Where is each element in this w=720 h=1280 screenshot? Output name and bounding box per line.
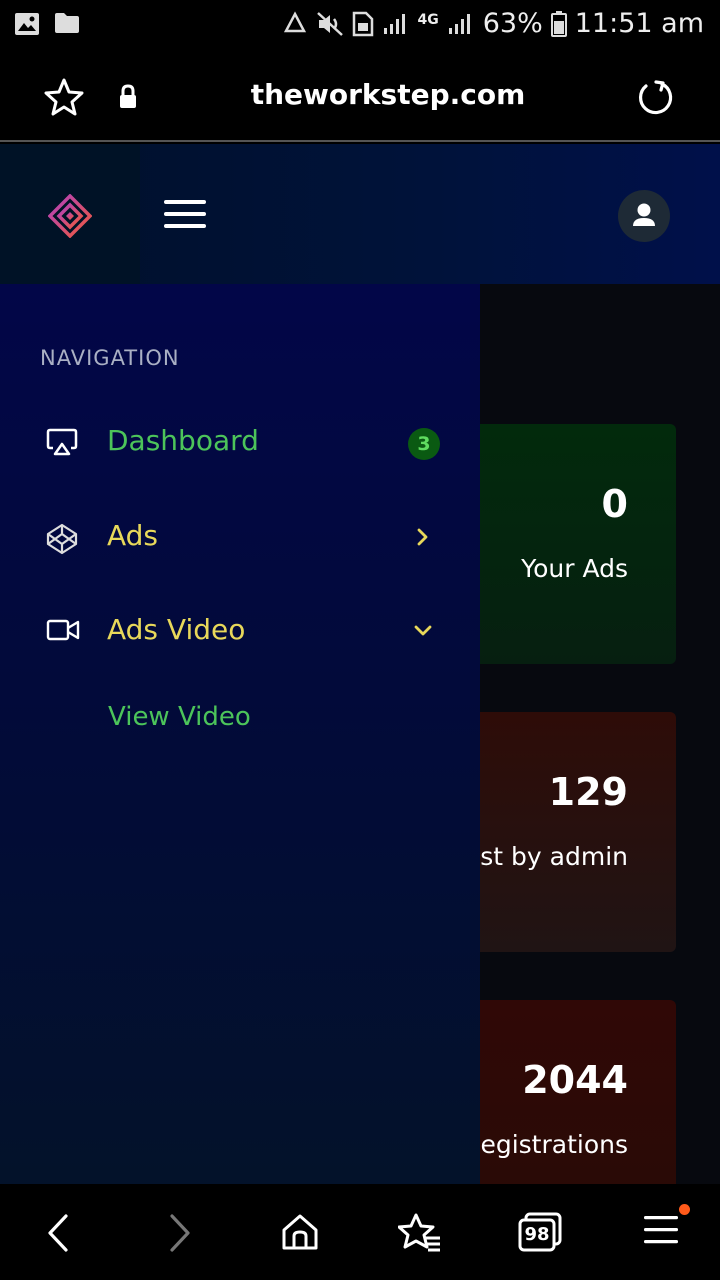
brand-logo-icon xyxy=(48,194,92,238)
app-header xyxy=(0,144,720,284)
browser-toolbar: theworkstep.com xyxy=(0,50,720,142)
notification-dot xyxy=(679,1204,690,1215)
sidebar-item-label: Dashboard xyxy=(107,424,259,457)
airplay-icon xyxy=(46,428,78,456)
back-icon[interactable] xyxy=(44,1212,72,1254)
stat-value: 129 xyxy=(548,770,628,814)
url-bar[interactable]: theworkstep.com xyxy=(0,78,720,111)
stat-value: 2044 xyxy=(522,1058,628,1102)
sidebar-item-dashboard[interactable]: Dashboard 3 xyxy=(0,408,480,478)
tab-count: 98 xyxy=(524,1224,550,1245)
mute-icon xyxy=(316,11,343,36)
network-type: 4G xyxy=(417,11,439,28)
user-avatar[interactable] xyxy=(618,190,670,242)
codepen-icon xyxy=(46,523,78,555)
sidebar-item-label: Ads xyxy=(107,519,159,552)
notification-badge: 3 xyxy=(408,428,440,460)
stat-card-your-ads[interactable]: 0 Your Ads xyxy=(470,424,676,664)
browser-bottom-bar: 98 xyxy=(0,1184,720,1280)
navigation-drawer: NAVIGATION Dashboard 3 Ads Ads Video Vie… xyxy=(0,284,480,1184)
forward-icon[interactable] xyxy=(166,1212,194,1254)
chevron-right-icon xyxy=(417,528,428,546)
hamburger-menu-icon[interactable] xyxy=(164,198,206,230)
image-notification-icon xyxy=(15,13,39,35)
stat-label: ost by admin xyxy=(464,842,628,871)
status-bar: 4G 63% 11:51 am xyxy=(0,0,720,50)
logo-area[interactable] xyxy=(0,144,140,284)
stat-card-registrations[interactable]: 2044 egistrations xyxy=(470,1000,676,1184)
video-icon xyxy=(46,619,80,641)
menu-icon[interactable] xyxy=(644,1212,678,1248)
clock: 11:51 am xyxy=(574,8,704,39)
chevron-down-icon xyxy=(414,625,432,636)
nav-heading: NAVIGATION xyxy=(40,346,180,370)
sidebar-subitem-view-video[interactable]: View Video xyxy=(108,702,251,732)
bookmarks-icon[interactable] xyxy=(398,1212,442,1252)
sidebar-item-ads[interactable]: Ads xyxy=(0,503,480,573)
sidebar-item-label: Ads Video xyxy=(107,613,246,646)
recycle-icon xyxy=(283,10,306,32)
reload-icon[interactable] xyxy=(636,78,674,116)
sidebar-item-ads-video[interactable]: Ads Video xyxy=(0,597,480,667)
tabs-button[interactable]: 98 xyxy=(518,1212,562,1252)
url-text: theworkstep.com xyxy=(250,78,526,111)
sim-card-icon xyxy=(352,11,373,36)
user-icon xyxy=(633,203,655,226)
folder-notification-icon xyxy=(55,13,79,33)
home-icon[interactable] xyxy=(280,1212,320,1252)
stat-value: 0 xyxy=(601,482,628,526)
stat-card-admin-posts[interactable]: 129 ost by admin xyxy=(465,712,676,952)
signal-icon xyxy=(383,13,405,34)
signal-icon xyxy=(448,13,470,34)
stat-label: egistrations xyxy=(480,1130,628,1159)
battery-icon xyxy=(550,10,567,37)
battery-percentage: 63% xyxy=(482,8,543,39)
stat-label: Your Ads xyxy=(521,554,628,583)
